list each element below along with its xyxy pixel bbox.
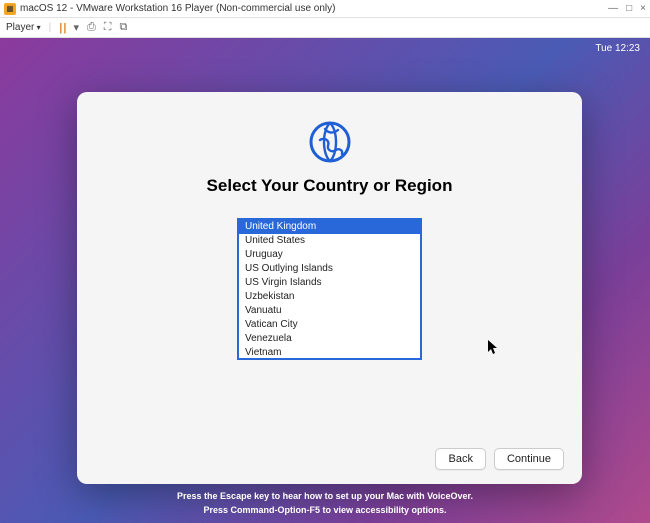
footer-line-2: Press Command-Option-F5 to view accessib…: [0, 503, 650, 517]
pause-icon[interactable]: | |: [59, 22, 65, 34]
vm-screen: Tue 12:23 Select Your Country or Region …: [0, 38, 650, 523]
accessibility-footer: Press the Escape key to hear how to set …: [0, 489, 650, 517]
list-item[interactable]: Vietnam: [239, 346, 420, 360]
list-item[interactable]: Venezuela: [239, 332, 420, 346]
list-item[interactable]: United States: [239, 234, 420, 248]
back-button[interactable]: Back: [435, 448, 485, 470]
button-row: Back Continue: [435, 448, 564, 470]
list-item[interactable]: Uruguay: [239, 248, 420, 262]
globe-icon: [308, 120, 352, 164]
player-menu[interactable]: Player: [6, 22, 41, 33]
menubar-clock: Tue 12:23: [595, 43, 640, 54]
window-title: macOS 12 - VMware Workstation 16 Player …: [20, 3, 608, 14]
footer-line-1: Press the Escape key to hear how to set …: [0, 489, 650, 503]
unity-icon[interactable]: ⧉: [119, 21, 127, 34]
minimize-button[interactable]: —: [608, 3, 618, 14]
send-ctrl-alt-del-icon[interactable]: ⎙: [87, 21, 96, 34]
toolbar-separator: |: [49, 22, 52, 33]
maximize-button[interactable]: □: [626, 3, 632, 14]
list-item[interactable]: US Outlying Islands: [239, 262, 420, 276]
continue-button[interactable]: Continue: [494, 448, 564, 470]
window-controls: — □ ×: [608, 3, 646, 14]
fullscreen-icon[interactable]: ⛶: [104, 21, 112, 34]
vmware-app-icon: ▦: [4, 3, 16, 15]
list-item[interactable]: Vanuatu: [239, 304, 420, 318]
list-item[interactable]: Vatican City: [239, 318, 420, 332]
list-item[interactable]: United Kingdom: [239, 220, 420, 234]
list-item[interactable]: Uzbekistan: [239, 290, 420, 304]
host-titlebar: ▦ macOS 12 - VMware Workstation 16 Playe…: [0, 0, 650, 18]
close-button[interactable]: ×: [640, 3, 646, 14]
setup-assistant-window: Select Your Country or Region United Kin…: [77, 92, 582, 484]
power-dropdown-icon[interactable]: ▾: [73, 21, 79, 34]
list-item[interactable]: US Virgin Islands: [239, 276, 420, 290]
page-title: Select Your Country or Region: [207, 176, 453, 196]
host-toolbar: Player | | | ▾ ⎙ ⛶ ⧉: [0, 18, 650, 38]
country-listbox[interactable]: United KingdomUnited StatesUruguayUS Out…: [237, 218, 422, 360]
guest-menubar: Tue 12:23: [585, 38, 650, 58]
